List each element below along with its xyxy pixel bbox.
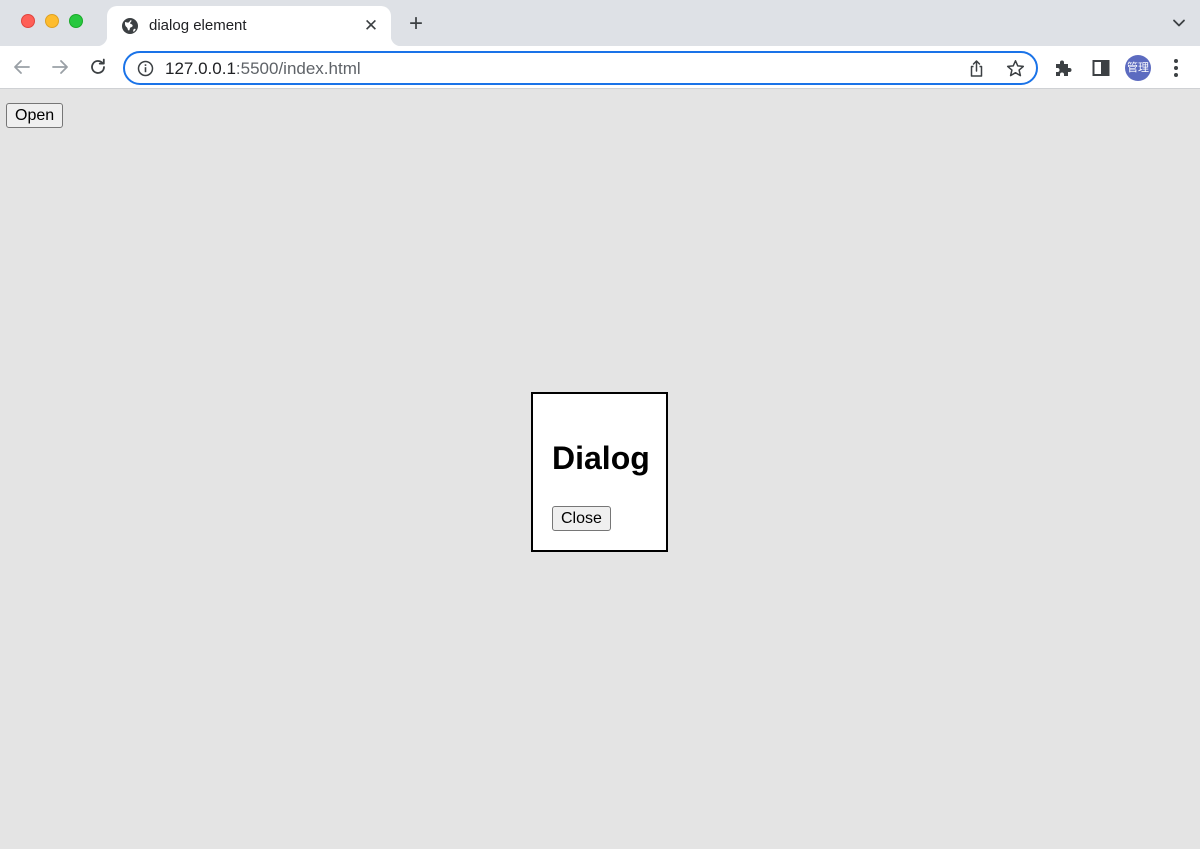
extensions-puzzle-icon[interactable] — [1053, 58, 1073, 78]
active-tab[interactable]: dialog element ✕ — [97, 6, 401, 46]
url-port-path: :5500/index.html — [235, 59, 361, 78]
page-content: Open Dialog Close — [0, 90, 1200, 849]
side-panel-icon[interactable] — [1091, 58, 1111, 78]
share-icon[interactable] — [967, 59, 986, 78]
new-tab-icon[interactable]: + — [404, 12, 428, 36]
open-button[interactable]: Open — [6, 103, 64, 128]
reload-icon[interactable] — [87, 56, 109, 78]
back-arrow-icon[interactable] — [11, 56, 33, 78]
dialog: Dialog Close — [531, 392, 668, 552]
url-text[interactable]: 127.0.0.1:5500/index.html — [165, 59, 361, 79]
tab-close-icon[interactable]: ✕ — [361, 16, 381, 36]
profile-avatar[interactable]: 管理 — [1125, 55, 1151, 81]
window-zoom-button[interactable] — [69, 14, 83, 28]
address-bar[interactable]: 127.0.0.1:5500/index.html — [123, 51, 1038, 85]
url-host: 127.0.0.1 — [165, 59, 236, 78]
tab-search-chevron-icon[interactable] — [1172, 16, 1186, 30]
window-minimize-button[interactable] — [45, 14, 59, 28]
tab-strip: dialog element ✕ + — [0, 0, 1200, 46]
globe-icon — [122, 18, 138, 34]
tab-title: dialog element — [149, 17, 247, 34]
close-button[interactable]: Close — [552, 506, 611, 531]
more-vertical-icon[interactable] — [1166, 57, 1186, 79]
bookmark-star-icon[interactable] — [1006, 59, 1025, 78]
dialog-title: Dialog — [552, 440, 650, 476]
browser-toolbar: 127.0.0.1:5500/index.html 管理 — [0, 46, 1200, 89]
forward-arrow-icon[interactable] — [49, 56, 71, 78]
window-close-button[interactable] — [21, 14, 35, 28]
info-icon[interactable] — [137, 60, 154, 77]
